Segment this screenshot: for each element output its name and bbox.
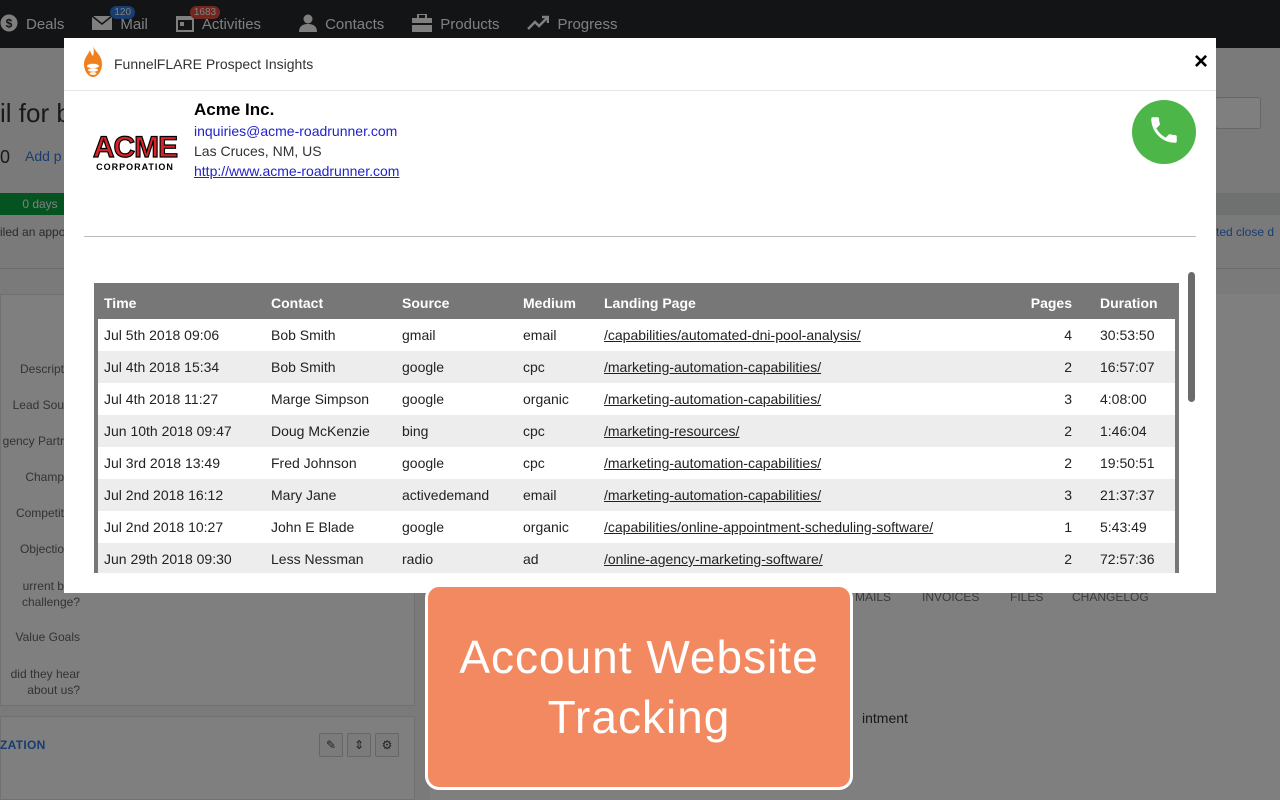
table-cell: 19:50:51 xyxy=(1100,455,1155,471)
company-email-link[interactable]: inquiries@acme-roadrunner.com xyxy=(194,123,397,139)
table-cell: google xyxy=(402,391,445,407)
close-icon[interactable]: × xyxy=(1194,50,1208,74)
table-cell: Jul 4th 2018 15:34 xyxy=(104,359,220,375)
company-website-link[interactable]: http://www.acme-roadrunner.com xyxy=(194,163,399,179)
table-cell: Mary Jane xyxy=(271,487,337,503)
phone-icon xyxy=(1147,113,1181,152)
landing-page-link[interactable]: /marketing-automation-capabilities/ xyxy=(598,383,1016,415)
table-cell: google xyxy=(402,519,445,535)
landing-page-link[interactable]: /capabilities/automated-dni-pool-analysi… xyxy=(598,319,1016,351)
table-cell: 1 xyxy=(1064,519,1072,535)
table-cell: Marge Simpson xyxy=(271,391,370,407)
table-cell: cpc xyxy=(523,359,545,375)
flame-logo-icon xyxy=(82,45,104,83)
table-cell: 2 xyxy=(1064,359,1072,375)
company-location: Las Cruces, NM, US xyxy=(194,143,322,159)
landing-page-link[interactable]: /marketing-automation-capabilities/ xyxy=(598,447,1016,479)
table-cell: Less Nessman xyxy=(271,551,364,567)
company-logo: ACME CORPORATION xyxy=(86,130,184,173)
table-row[interactable]: Jul 4th 2018 15:34 Bob Smith google cpc/mar… xyxy=(98,351,1175,383)
table-cell: Jul 5th 2018 09:06 xyxy=(104,327,220,343)
prospect-insights-modal: FunnelFLARE Prospect Insights × ACME COR… xyxy=(64,38,1216,593)
landing-page-link[interactable]: /marketing-automation-capabilities/ xyxy=(598,479,1016,511)
logo-text: ACME xyxy=(93,133,177,164)
landing-page-link[interactable]: /marketing-automation-capabilities/ xyxy=(598,351,1016,383)
column-header-medium[interactable]: Medium xyxy=(517,283,598,319)
table-row[interactable]: Jun 29th 2018 09:30 Less Nessman radio ad/o… xyxy=(98,543,1175,573)
column-header-source[interactable]: Source xyxy=(396,283,517,319)
table-row[interactable]: Jul 2nd 2018 16:12 Mary Jane activedemand e… xyxy=(98,479,1175,511)
table-cell: 72:57:36 xyxy=(1100,551,1155,567)
table-cell: 5:43:49 xyxy=(1100,519,1147,535)
table-cell: radio xyxy=(402,551,434,567)
table-cell: ad xyxy=(523,551,539,567)
table-cell: google xyxy=(402,455,445,471)
table-cell: Bob Smith xyxy=(271,327,336,343)
visits-table-container[interactable]: Time Contact Source Medium Landing Page … xyxy=(94,283,1179,573)
banner-text: Account Website Tracking xyxy=(459,631,819,743)
table-cell: 21:37:37 xyxy=(1100,487,1155,503)
table-cell: John E Blade xyxy=(271,519,355,535)
call-button[interactable] xyxy=(1132,100,1196,164)
table-cell: 16:57:07 xyxy=(1100,359,1155,375)
table-cell: google xyxy=(402,359,445,375)
table-cell: Jul 2nd 2018 10:27 xyxy=(104,519,224,535)
table-header-row: Time Contact Source Medium Landing Page … xyxy=(98,283,1175,319)
website-visits-table: Time Contact Source Medium Landing Page … xyxy=(98,283,1175,573)
table-body: Jul 5th 2018 09:06 Bob Smith gmail email/ca… xyxy=(98,319,1175,573)
modal-title: FunnelFLARE Prospect Insights xyxy=(114,56,314,72)
table-cell: Jul 4th 2018 11:27 xyxy=(104,391,219,407)
table-cell: cpc xyxy=(523,455,545,471)
table-row[interactable]: Jul 3rd 2018 13:49 Fred Johnson google cpc /… xyxy=(98,447,1175,479)
table-cell: gmail xyxy=(402,327,436,343)
table-cell: email xyxy=(523,327,557,343)
table-cell: Jun 10th 2018 09:47 xyxy=(104,423,232,439)
table-cell: email xyxy=(523,487,557,503)
logo-subtext: CORPORATION xyxy=(96,162,174,172)
column-header-landing-page[interactable]: Landing Page xyxy=(598,283,1016,319)
landing-page-link[interactable]: /marketing-resources/ xyxy=(598,415,1016,447)
table-cell: activedemand xyxy=(402,487,490,503)
feature-callout-banner: Account Website Tracking xyxy=(425,584,853,790)
table-row[interactable]: Jun 10th 2018 09:47 Doug McKenzie bing cpc /… xyxy=(98,415,1175,447)
table-cell: Jul 2nd 2018 16:12 xyxy=(104,487,224,503)
table-cell: organic xyxy=(523,391,569,407)
table-cell: 3 xyxy=(1064,391,1072,407)
table-cell: Fred Johnson xyxy=(271,455,357,471)
table-cell: organic xyxy=(523,519,569,535)
table-cell: 2 xyxy=(1064,455,1072,471)
modal-header: FunnelFLARE Prospect Insights × xyxy=(64,38,1216,91)
column-header-contact[interactable]: Contact xyxy=(265,283,396,319)
table-cell: 4 xyxy=(1064,327,1072,343)
table-cell: Jun 29th 2018 09:30 xyxy=(104,551,232,567)
table-scrollbar[interactable] xyxy=(1188,272,1195,402)
divider xyxy=(84,236,1196,237)
column-header-pages[interactable]: Pages xyxy=(1016,283,1078,319)
table-cell: Jul 3rd 2018 13:49 xyxy=(104,455,220,471)
table-cell: 1:46:04 xyxy=(1100,423,1147,439)
table-cell: bing xyxy=(402,423,429,439)
table-cell: Bob Smith xyxy=(271,359,336,375)
table-cell: 2 xyxy=(1064,551,1072,567)
table-cell: 2 xyxy=(1064,423,1072,439)
table-cell: cpc xyxy=(523,423,545,439)
landing-page-link[interactable]: /online-agency-marketing-software/ xyxy=(598,543,1016,573)
landing-page-link[interactable]: /capabilities/online-appointment-schedul… xyxy=(598,511,1016,543)
table-cell: Doug McKenzie xyxy=(271,423,370,439)
table-row[interactable]: Jul 5th 2018 09:06 Bob Smith gmail email/ca… xyxy=(98,319,1175,351)
table-row[interactable]: Jul 4th 2018 11:27 Marge Simpson google org… xyxy=(98,383,1175,415)
table-cell: 30:53:50 xyxy=(1100,327,1155,343)
table-row[interactable]: Jul 2nd 2018 10:27 John E Blade google orga… xyxy=(98,511,1175,543)
company-name: Acme Inc. xyxy=(194,100,275,119)
column-header-duration[interactable]: Duration xyxy=(1078,283,1175,319)
table-cell: 4:08:00 xyxy=(1100,391,1147,407)
table-cell: 3 xyxy=(1064,487,1072,503)
column-header-time[interactable]: Time xyxy=(98,283,265,319)
